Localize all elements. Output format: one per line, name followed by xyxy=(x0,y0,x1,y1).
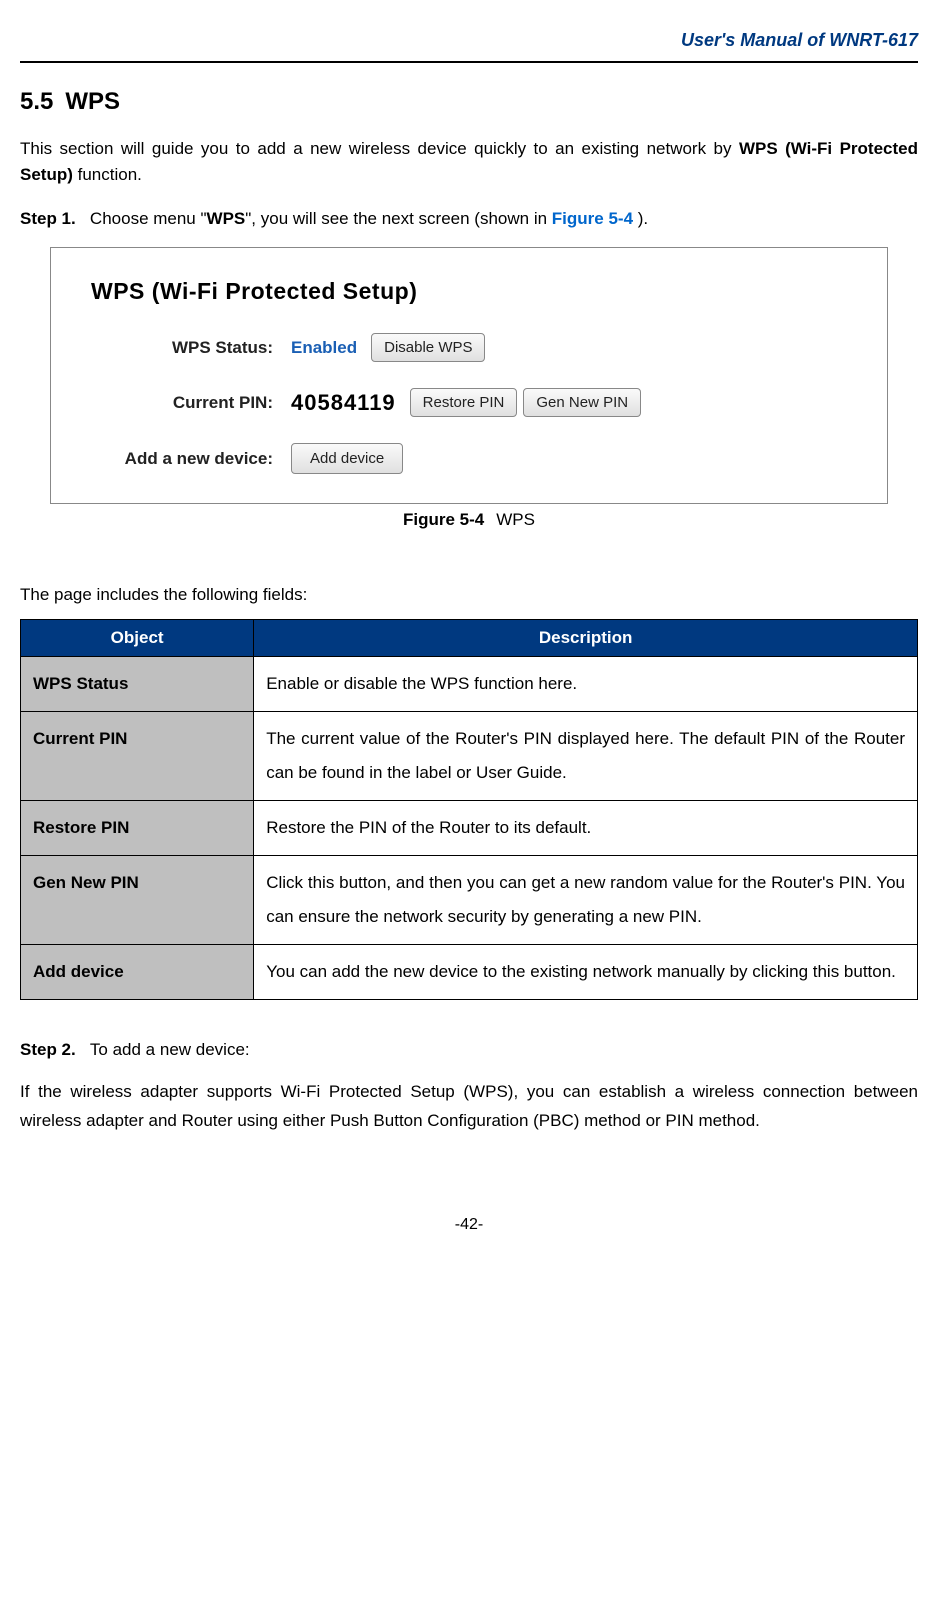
td-desc: You can add the new device to the existi… xyxy=(254,945,918,1000)
intro-prefix: This section will guide you to add a new… xyxy=(20,139,739,158)
step-1-bold: WPS xyxy=(207,209,246,228)
step-1-label: Step 1. xyxy=(20,209,76,228)
step-1-p1: Choose menu " xyxy=(90,209,207,228)
td-desc: Click this button, and then you can get … xyxy=(254,856,918,945)
td-desc: Enable or disable the WPS function here. xyxy=(254,657,918,712)
current-pin-label: Current PIN: xyxy=(91,393,291,413)
step-1-p2: ", you will see the next screen (shown i… xyxy=(245,209,552,228)
table-row: Restore PIN Restore the PIN of the Route… xyxy=(21,801,918,856)
disable-wps-button[interactable]: Disable WPS xyxy=(371,333,485,362)
td-desc: Restore the PIN of the Router to its def… xyxy=(254,801,918,856)
section-heading: 5.5 WPS xyxy=(20,88,918,116)
intro-paragraph: This section will guide you to add a new… xyxy=(20,136,918,187)
table-header-row: Object Description xyxy=(21,620,918,657)
table-row: WPS Status Enable or disable the WPS fun… xyxy=(21,657,918,712)
figure-ref[interactable]: Figure 5-4 xyxy=(552,209,633,228)
figure-caption: Figure 5-4 WPS xyxy=(20,510,918,530)
td-obj: Restore PIN xyxy=(21,801,254,856)
wps-status-value: Enabled xyxy=(291,338,357,358)
table-row: Gen New PIN Click this button, and then … xyxy=(21,856,918,945)
fields-intro: The page includes the following fields: xyxy=(20,585,918,605)
step-1-p3: ). xyxy=(633,209,648,228)
current-pin-row: Current PIN: 40584119 Restore PIN Gen Ne… xyxy=(91,388,847,417)
step-2: Step 2. To add a new device: xyxy=(20,1040,918,1060)
table-row: Add device You can add the new device to… xyxy=(21,945,918,1000)
td-desc: The current value of the Router's PIN di… xyxy=(254,712,918,801)
th-description: Description xyxy=(254,620,918,657)
td-obj: Current PIN xyxy=(21,712,254,801)
page-header: User's Manual of WNRT-617 xyxy=(20,30,918,63)
figure-caption-text: WPS xyxy=(496,510,535,529)
gen-new-pin-button[interactable]: Gen New PIN xyxy=(523,388,641,417)
intro-suffix: function. xyxy=(73,165,142,184)
restore-pin-button[interactable]: Restore PIN xyxy=(410,388,518,417)
add-device-button[interactable]: Add device xyxy=(291,443,403,474)
figure-screenshot: WPS (Wi-Fi Protected Setup) WPS Status: … xyxy=(50,247,888,504)
wps-status-label: WPS Status: xyxy=(91,338,291,358)
wps-status-row: WPS Status: Enabled Disable WPS xyxy=(91,333,847,362)
th-object: Object xyxy=(21,620,254,657)
figure-caption-label: Figure 5-4 xyxy=(403,510,484,529)
add-device-row: Add a new device: Add device xyxy=(91,443,847,474)
td-obj: WPS Status xyxy=(21,657,254,712)
wps-panel-title: WPS (Wi-Fi Protected Setup) xyxy=(91,278,847,305)
td-obj: Add device xyxy=(21,945,254,1000)
page-number: -42- xyxy=(20,1216,918,1234)
step-2-label: Step 2. xyxy=(20,1040,76,1059)
current-pin-value: 40584119 xyxy=(291,390,396,416)
section-title: WPS xyxy=(65,88,120,115)
description-table: Object Description WPS Status Enable or … xyxy=(20,619,918,1000)
step-1: Step 1. Choose menu "WPS", you will see … xyxy=(20,209,918,229)
td-obj: Gen New PIN xyxy=(21,856,254,945)
table-row: Current PIN The current value of the Rou… xyxy=(21,712,918,801)
add-device-label: Add a new device: xyxy=(91,449,291,469)
section-number: 5.5 xyxy=(20,88,53,115)
step-2-text: To add a new device: xyxy=(90,1040,250,1059)
step-2-body: If the wireless adapter supports Wi-Fi P… xyxy=(20,1078,918,1136)
